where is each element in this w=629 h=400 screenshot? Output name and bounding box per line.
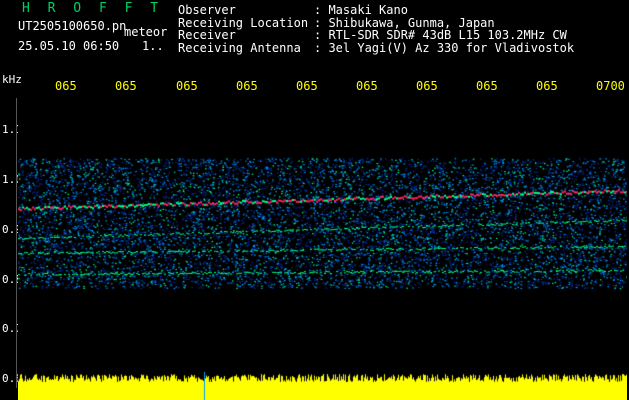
time-tick: 065 xyxy=(536,79,558,93)
meta-row-antenna: Receiving Antenna : 3el Yagi(V) Az 330 f… xyxy=(178,40,575,55)
meta-key: Receiving Antenna xyxy=(178,40,301,55)
meta-row-observer: Observer : Masaki Kano xyxy=(178,4,574,17)
time-tick: 065 xyxy=(296,79,318,93)
time-tick: 065 xyxy=(356,79,378,93)
detection-count: 1.. xyxy=(142,39,164,53)
time-tick: 065 xyxy=(115,79,137,93)
spectrogram-plot xyxy=(18,98,627,383)
meta-value: : 3el Yagi(V) Az 330 for Vladivostok xyxy=(314,40,575,55)
frequency-axis-line xyxy=(16,98,17,388)
meta-value: : Masaki Kano xyxy=(314,3,408,17)
meta-row-receiver: Receiver : RTL-SDR SDR# 43dB L15 103.2MH… xyxy=(178,29,574,42)
station-info: Observer : Masaki Kano Receiving Locatio… xyxy=(178,4,574,54)
time-tick: 0700 xyxy=(596,79,625,93)
timestamp: 25.05.10 06:50 xyxy=(18,39,120,53)
time-tick: 065 xyxy=(476,79,498,93)
meta-key: Receiver xyxy=(178,28,236,42)
app-title: H R O F F T xyxy=(22,1,164,16)
time-tick: 065 xyxy=(416,79,438,93)
noise-level-bar xyxy=(18,372,627,400)
time-tick: 065 xyxy=(176,79,198,93)
detection-tag: meteor xyxy=(124,25,168,39)
meta-value: : RTL-SDR SDR# 43dB L15 103.2MHz CW xyxy=(314,28,567,42)
time-tick: 065 xyxy=(236,79,258,93)
time-axis: 065 065 065 065 065 065 065 065 065 0700 xyxy=(0,79,629,95)
time-tick: 065 xyxy=(55,79,77,93)
file-name: UT2505100650.pn xyxy=(18,19,127,33)
meta-key: Observer xyxy=(178,3,236,17)
